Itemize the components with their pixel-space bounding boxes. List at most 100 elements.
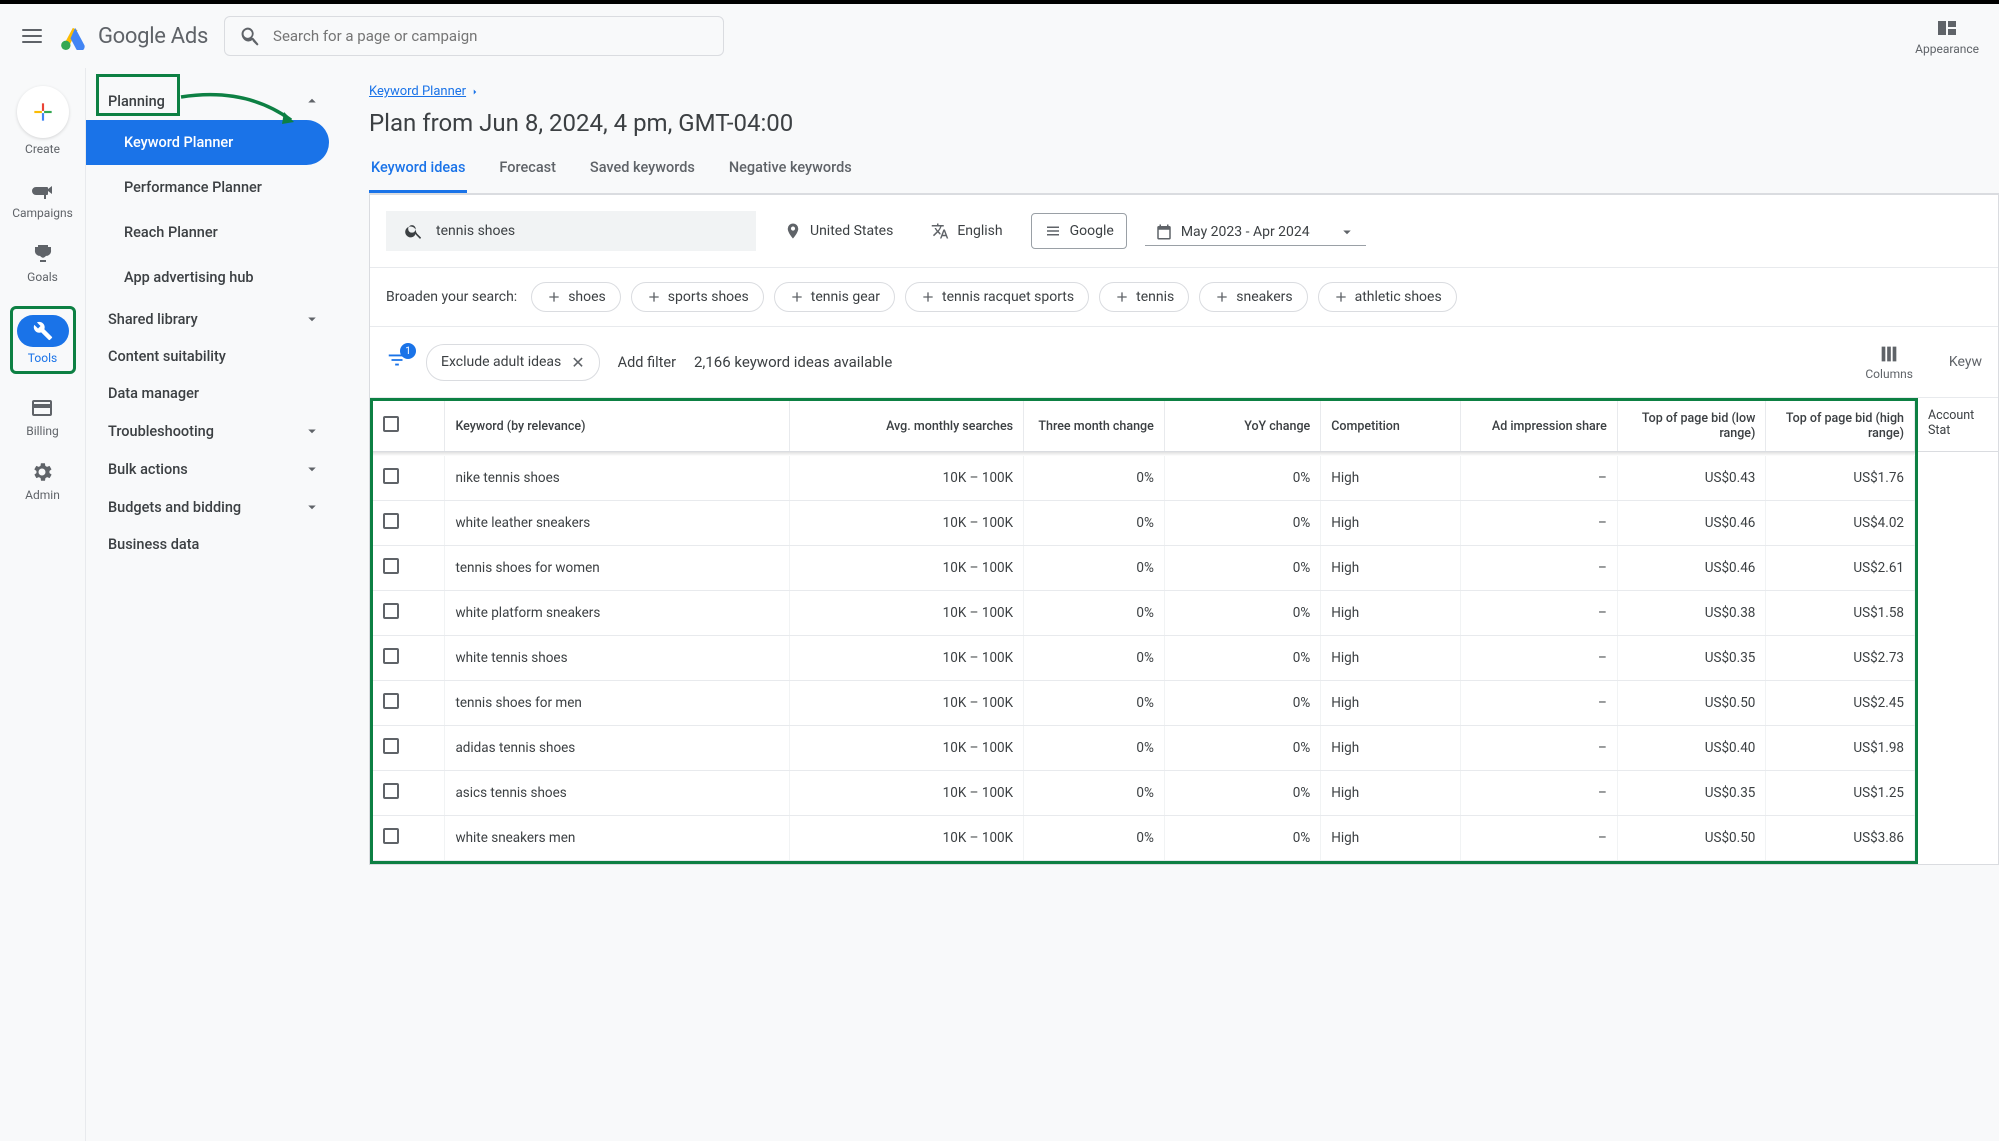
broaden-search-row: Broaden your search: shoessports shoeste… (370, 268, 1998, 327)
col-yoy[interactable]: YoY change (1164, 401, 1320, 452)
col-account-status[interactable]: Account Stat (1918, 398, 1998, 452)
chevron-right-icon (470, 87, 480, 97)
language-selector[interactable]: English (921, 216, 1012, 246)
table-row[interactable]: white leather sneakers10K – 100K0%0%High… (373, 501, 1915, 546)
cell-yoy: 0% (1164, 591, 1320, 636)
cell-three-month: 0% (1024, 771, 1165, 816)
network-selector[interactable]: Google (1031, 213, 1127, 249)
filter-button[interactable]: 1 (386, 349, 408, 375)
col-competition[interactable]: Competition (1321, 401, 1461, 452)
sidebar-section-troubleshooting[interactable]: Troubleshooting (86, 412, 343, 450)
row-checkbox[interactable] (383, 648, 399, 664)
broaden-chip[interactable]: tennis racquet sports (905, 282, 1089, 312)
broaden-chip[interactable]: sneakers (1199, 282, 1307, 312)
table-row[interactable]: tennis shoes for men10K – 100K0%0%High–U… (373, 681, 1915, 726)
table-row[interactable]: tennis shoes for women10K – 100K0%0%High… (373, 546, 1915, 591)
close-icon[interactable]: ✕ (571, 353, 584, 372)
menu-icon[interactable] (20, 24, 44, 48)
row-checkbox[interactable] (383, 738, 399, 754)
global-search[interactable] (224, 16, 724, 56)
col-bid-low[interactable]: Top of page bid (low range) (1617, 401, 1766, 452)
tab-saved-keywords[interactable]: Saved keywords (588, 159, 697, 193)
col-bid-high[interactable]: Top of page bid (high range) (1766, 401, 1915, 452)
sidebar-item-content-suitability[interactable]: Content suitability (86, 338, 343, 375)
cell-searches: 10K – 100K (789, 636, 1024, 681)
table-row[interactable]: white tennis shoes10K – 100K0%0%High–US$… (373, 636, 1915, 681)
row-checkbox[interactable] (383, 603, 399, 619)
sidebar-item-app-hub[interactable]: App advertising hub (86, 255, 343, 300)
cell-bid-low: US$0.35 (1617, 771, 1766, 816)
admin-nav[interactable]: Admin (25, 460, 60, 502)
appearance-button[interactable]: Appearance (1915, 16, 1979, 56)
sidebar-section-bulk-actions[interactable]: Bulk actions (86, 450, 343, 488)
broaden-chip[interactable]: tennis gear (774, 282, 895, 312)
add-filter-button[interactable]: Add filter (618, 354, 676, 371)
row-checkbox[interactable] (383, 513, 399, 529)
keyword-search[interactable]: tennis shoes (386, 211, 756, 251)
col-three-month[interactable]: Three month change (1024, 401, 1165, 452)
broaden-chip[interactable]: shoes (531, 282, 621, 312)
left-rail: Create Campaigns Goals Tools Billing Adm… (0, 68, 85, 1141)
row-checkbox[interactable] (383, 558, 399, 574)
sidebar-section-budgets[interactable]: Budgets and bidding (86, 488, 343, 526)
table-row[interactable]: nike tennis shoes10K – 100K0%0%High–US$0… (373, 456, 1915, 501)
cell-three-month: 0% (1024, 501, 1165, 546)
cell-keyword: white sneakers men (445, 816, 789, 861)
cell-impression: – (1461, 771, 1617, 816)
cell-yoy: 0% (1164, 771, 1320, 816)
row-checkbox[interactable] (383, 468, 399, 484)
cell-bid-high: US$1.25 (1766, 771, 1915, 816)
table-row[interactable]: white sneakers men10K – 100K0%0%High–US$… (373, 816, 1915, 861)
search-input[interactable] (273, 27, 709, 45)
appearance-icon (1935, 16, 1959, 40)
date-range-selector[interactable]: May 2023 - Apr 2024 (1145, 217, 1366, 246)
row-checkbox[interactable] (383, 693, 399, 709)
breadcrumb-link[interactable]: Keyword Planner (369, 84, 466, 99)
table-row[interactable]: white platform sneakers10K – 100K0%0%Hig… (373, 591, 1915, 636)
cell-bid-low: US$0.50 (1617, 681, 1766, 726)
cell-three-month: 0% (1024, 546, 1165, 591)
col-searches[interactable]: Avg. monthly searches (789, 401, 1024, 452)
table-row[interactable]: adidas tennis shoes10K – 100K0%0%High–US… (373, 726, 1915, 771)
row-checkbox[interactable] (383, 783, 399, 799)
col-impression[interactable]: Ad impression share (1461, 401, 1617, 452)
plan-tabs: Keyword ideas Forecast Saved keywords Ne… (369, 159, 1999, 194)
chevron-down-icon (303, 422, 321, 440)
targeting-row: tennis shoes United States English Googl… (370, 195, 1998, 268)
tools-nav[interactable]: Tools (10, 306, 76, 374)
logo[interactable]: Google Ads (60, 22, 208, 50)
sidebar-section-shared-library[interactable]: Shared library (86, 300, 343, 338)
broaden-chip[interactable]: sports shoes (631, 282, 764, 312)
campaigns-nav[interactable]: Campaigns (12, 178, 73, 220)
tab-forecast[interactable]: Forecast (497, 159, 558, 193)
sidebar-item-business-data[interactable]: Business data (86, 526, 343, 563)
google-ads-logo-icon (60, 22, 88, 50)
cell-keyword: white tennis shoes (445, 636, 789, 681)
columns-button[interactable]: Columns (1865, 343, 1913, 381)
cell-three-month: 0% (1024, 726, 1165, 771)
sidebar-item-data-manager[interactable]: Data manager (86, 375, 343, 412)
tab-negative-keywords[interactable]: Negative keywords (727, 159, 854, 193)
plus-icon (920, 289, 936, 305)
filter-count-badge: 1 (400, 343, 416, 359)
col-keyword[interactable]: Keyword (by relevance) (445, 401, 789, 452)
goals-nav[interactable]: Goals (27, 242, 58, 284)
broaden-chip[interactable]: tennis (1099, 282, 1189, 312)
cell-bid-low: US$0.38 (1617, 591, 1766, 636)
tab-keyword-ideas[interactable]: Keyword ideas (369, 159, 467, 193)
broaden-chip[interactable]: athletic shoes (1318, 282, 1457, 312)
cell-yoy: 0% (1164, 681, 1320, 726)
location-selector[interactable]: United States (774, 216, 903, 246)
billing-nav[interactable]: Billing (26, 396, 59, 438)
cell-yoy: 0% (1164, 546, 1320, 591)
create-button[interactable]: Create (17, 86, 69, 156)
cell-keyword: tennis shoes for men (445, 681, 789, 726)
keyword-view-cut[interactable]: Keyw (1949, 354, 1982, 370)
row-checkbox[interactable] (383, 828, 399, 844)
table-row[interactable]: asics tennis shoes10K – 100K0%0%High–US$… (373, 771, 1915, 816)
header: Google Ads Appearance (0, 4, 1999, 68)
sidebar-item-performance-planner[interactable]: Performance Planner (86, 165, 343, 210)
exclude-adult-chip[interactable]: Exclude adult ideas ✕ (426, 344, 600, 381)
select-all-checkbox[interactable] (383, 416, 399, 432)
sidebar-item-reach-planner[interactable]: Reach Planner (86, 210, 343, 255)
